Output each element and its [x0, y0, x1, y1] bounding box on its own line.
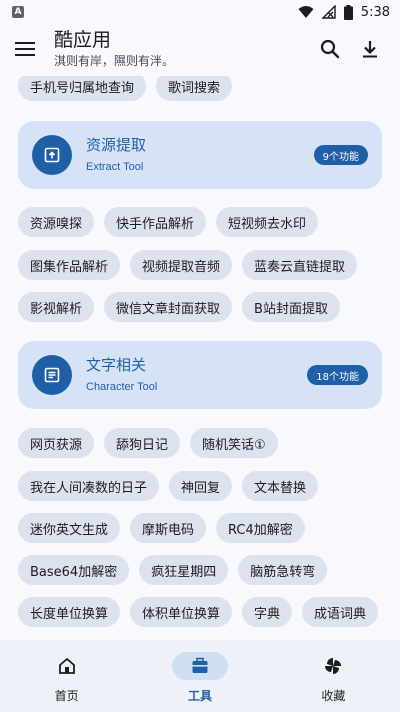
chip-lanzou-link[interactable]: 蓝奏云直链提取 — [242, 250, 358, 280]
chip-length-convert[interactable]: 长度单位换算 — [18, 597, 121, 627]
chip-crazy-thursday[interactable]: 疯狂星期四 — [139, 555, 229, 585]
nav-label: 首页 — [54, 689, 79, 703]
chip-row: Base64加解密 疯狂星期四 脑筋急转弯 — [18, 555, 328, 585]
chip-phone-location[interactable]: 手机号归属地查询 — [18, 76, 147, 101]
section-subtitle: Character Tool — [86, 381, 158, 393]
chip-human-days[interactable]: 我在人间凑数的日子 — [18, 471, 160, 501]
section-card-extract[interactable]: 资源提取 Extract Tool 9个功能 — [18, 121, 382, 189]
feature-count-badge: 18个功能 — [307, 365, 368, 385]
chip-video-parse[interactable]: 影视解析 — [18, 292, 95, 322]
extract-icon — [32, 135, 72, 175]
app-title: 酷应用 — [54, 29, 112, 51]
chip-kuaishou-parse[interactable]: 快手作品解析 — [104, 207, 207, 237]
notification-app-icon: A — [12, 6, 24, 18]
chip-god-reply[interactable]: 神回复 — [169, 471, 233, 501]
chip-brain-teaser[interactable]: 脑筋急转弯 — [238, 555, 328, 585]
chip-bilibili-cover[interactable]: B站封面提取 — [242, 292, 340, 322]
app-bar: 酷应用 淇则有岸，隰则有泮。 — [0, 24, 400, 76]
nav-favorites[interactable]: 收藏 — [267, 640, 400, 712]
section-card-character[interactable]: 文字相关 Character Tool 18个功能 — [18, 341, 382, 409]
clock: 5:38 — [360, 4, 390, 20]
chip-row: 影视解析 微信文章封面获取 B站封面提取 — [18, 292, 340, 322]
nav-label: 工具 — [187, 689, 212, 703]
chip-morse-code[interactable]: 摩斯电码 — [130, 513, 207, 543]
signal-off-icon — [321, 5, 336, 19]
chip-row: 我在人间凑数的日子 神回复 文本替换 — [18, 471, 319, 501]
chip-row: 网页获源 舔狗日记 随机笑话① — [18, 428, 278, 458]
chip-volume-convert[interactable]: 体积单位换算 — [130, 597, 233, 627]
tool-list[interactable]: 手机号归属地查询 歌词搜索 资源提取 Extract Tool 9个功能 资源嗅… — [0, 76, 400, 640]
chip-mini-english[interactable]: 迷你英文生成 — [18, 513, 121, 543]
battery-icon — [343, 4, 353, 20]
chip-row: 长度单位换算 体积单位换算 字典 成语词典 — [18, 597, 379, 627]
wifi-icon — [298, 6, 314, 18]
chip-row: 资源嗅探 快手作品解析 短视频去水印 — [18, 207, 319, 237]
search-button[interactable] — [318, 37, 342, 61]
chip-row: 迷你英文生成 摩斯电码 RC4加解密 — [18, 513, 305, 543]
chip-text-replace[interactable]: 文本替换 — [242, 471, 319, 501]
chip-dictionary[interactable]: 字典 — [242, 597, 293, 627]
chip-extract-audio[interactable]: 视频提取音频 — [130, 250, 233, 280]
chip-row: 图集作品解析 视频提取音频 蓝奏云直链提取 — [18, 250, 358, 280]
menu-button[interactable] — [12, 36, 38, 62]
app-subtitle: 淇则有岸，隰则有泮。 — [54, 54, 175, 68]
chip-wechat-cover[interactable]: 微信文章封面获取 — [104, 292, 233, 322]
chip-idiom-dictionary[interactable]: 成语词典 — [302, 597, 379, 627]
search-icon — [320, 39, 340, 59]
chip-rc4[interactable]: RC4加解密 — [216, 513, 305, 543]
pinwheel-icon — [325, 658, 342, 674]
chip-webpage-source[interactable]: 网页获源 — [18, 428, 95, 458]
section-subtitle: Extract Tool — [86, 161, 144, 173]
chip-gallery-parse[interactable]: 图集作品解析 — [18, 250, 121, 280]
home-icon — [58, 657, 75, 674]
nav-home[interactable]: 首页 — [0, 640, 133, 712]
download-button[interactable] — [358, 37, 382, 61]
chip-row: 手机号归属地查询 歌词搜索 — [18, 76, 233, 101]
section-title: 资源提取 — [86, 136, 147, 154]
nav-tools[interactable]: 工具 — [133, 640, 266, 712]
status-bar: A 5:38 — [0, 0, 400, 24]
bottom-navigation: 首页 工具 收藏 — [0, 640, 400, 712]
document-icon — [32, 355, 72, 395]
chip-lyrics-search[interactable]: 歌词搜索 — [156, 76, 233, 101]
hamburger-menu-icon — [15, 42, 35, 56]
section-title: 文字相关 — [86, 356, 147, 374]
chip-random-joke[interactable]: 随机笑话① — [190, 428, 278, 458]
download-icon — [363, 41, 377, 58]
chip-remove-watermark[interactable]: 短视频去水印 — [216, 207, 319, 237]
chip-resource-sniff[interactable]: 资源嗅探 — [18, 207, 95, 237]
chip-base64[interactable]: Base64加解密 — [18, 555, 130, 585]
chip-simp-diary[interactable]: 舔狗日记 — [104, 428, 181, 458]
nav-label: 收藏 — [321, 689, 346, 703]
toolbox-icon — [192, 657, 208, 673]
feature-count-badge: 9个功能 — [313, 145, 368, 165]
